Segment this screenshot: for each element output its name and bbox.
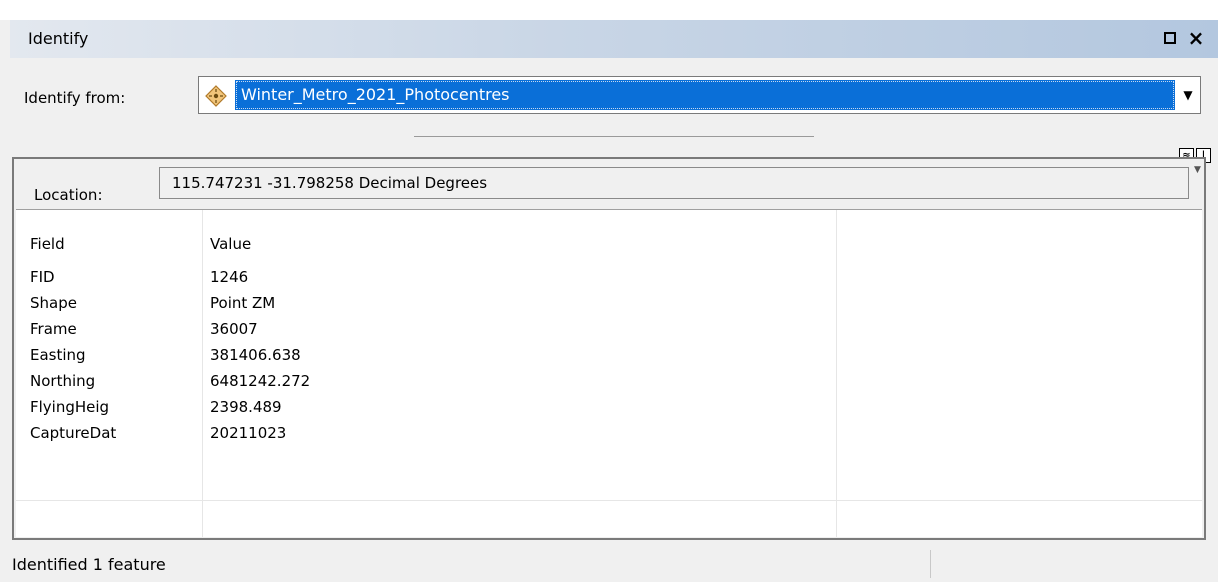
restore-button[interactable] — [1158, 26, 1182, 50]
dropdown-arrow-icon[interactable]: ▼ — [1194, 165, 1201, 175]
field-name: CaptureDat — [30, 424, 117, 442]
table-header-row: Field Value — [16, 228, 1202, 260]
close-icon: × — [1187, 26, 1205, 50]
table-row[interactable]: Shape Point ZM — [16, 290, 1202, 316]
window-title: Identify — [28, 29, 89, 48]
field-name: Shape — [30, 294, 77, 312]
field-value: 2398.489 — [210, 398, 282, 416]
table-row[interactable]: FlyingHeig 2398.489 — [16, 394, 1202, 420]
identify-window: Identify × Identify from: Winter_Metro_2… — [0, 0, 1218, 582]
status-bar: Identified 1 feature — [0, 546, 1218, 582]
restore-icon — [1164, 32, 1176, 44]
field-name: Easting — [30, 346, 86, 364]
field-value: Point ZM — [210, 294, 276, 312]
splitter-line[interactable] — [414, 136, 814, 137]
results-panel: Location: 115.747231 -31.798258 Decimal … — [12, 157, 1206, 540]
table-row[interactable]: CaptureDat 20211023 — [16, 420, 1202, 446]
identify-from-dropdown[interactable]: Winter_Metro_2021_Photocentres ▼ — [198, 76, 1201, 114]
field-name: Northing — [30, 372, 96, 390]
point-layer-icon — [205, 85, 227, 107]
field-value: 381406.638 — [210, 346, 301, 364]
table-row[interactable]: Easting 381406.638 — [16, 342, 1202, 368]
identify-from-label: Identify from: — [24, 89, 126, 107]
field-value: 1246 — [210, 268, 249, 286]
row-divider — [16, 500, 1202, 501]
attribute-table: Field Value FID 1246 Shape Point ZM Fram… — [16, 209, 1202, 537]
location-label: Location: — [34, 186, 103, 204]
close-button[interactable]: × — [1184, 26, 1208, 50]
identify-from-value: Winter_Metro_2021_Photocentres — [235, 80, 1175, 110]
status-text: Identified 1 feature — [12, 555, 166, 574]
field-name: FlyingHeig — [30, 398, 110, 416]
title-bar[interactable]: Identify × — [10, 20, 1218, 58]
top-strip — [0, 0, 1218, 20]
status-separator — [930, 550, 931, 578]
field-value: 20211023 — [210, 424, 287, 442]
table-row[interactable]: FID 1246 — [16, 264, 1202, 290]
field-name: Frame — [30, 320, 77, 338]
location-field[interactable]: 115.747231 -31.798258 Decimal Degrees — [159, 167, 1189, 199]
field-name: FID — [30, 268, 55, 286]
header-field: Field — [30, 235, 65, 253]
table-row[interactable]: Frame 36007 — [16, 316, 1202, 342]
header-value: Value — [210, 235, 252, 253]
field-value: 36007 — [210, 320, 258, 338]
chevron-down-icon[interactable]: ▼ — [1178, 80, 1198, 110]
table-row[interactable]: Northing 6481242.272 — [16, 368, 1202, 394]
field-value: 6481242.272 — [210, 372, 311, 390]
